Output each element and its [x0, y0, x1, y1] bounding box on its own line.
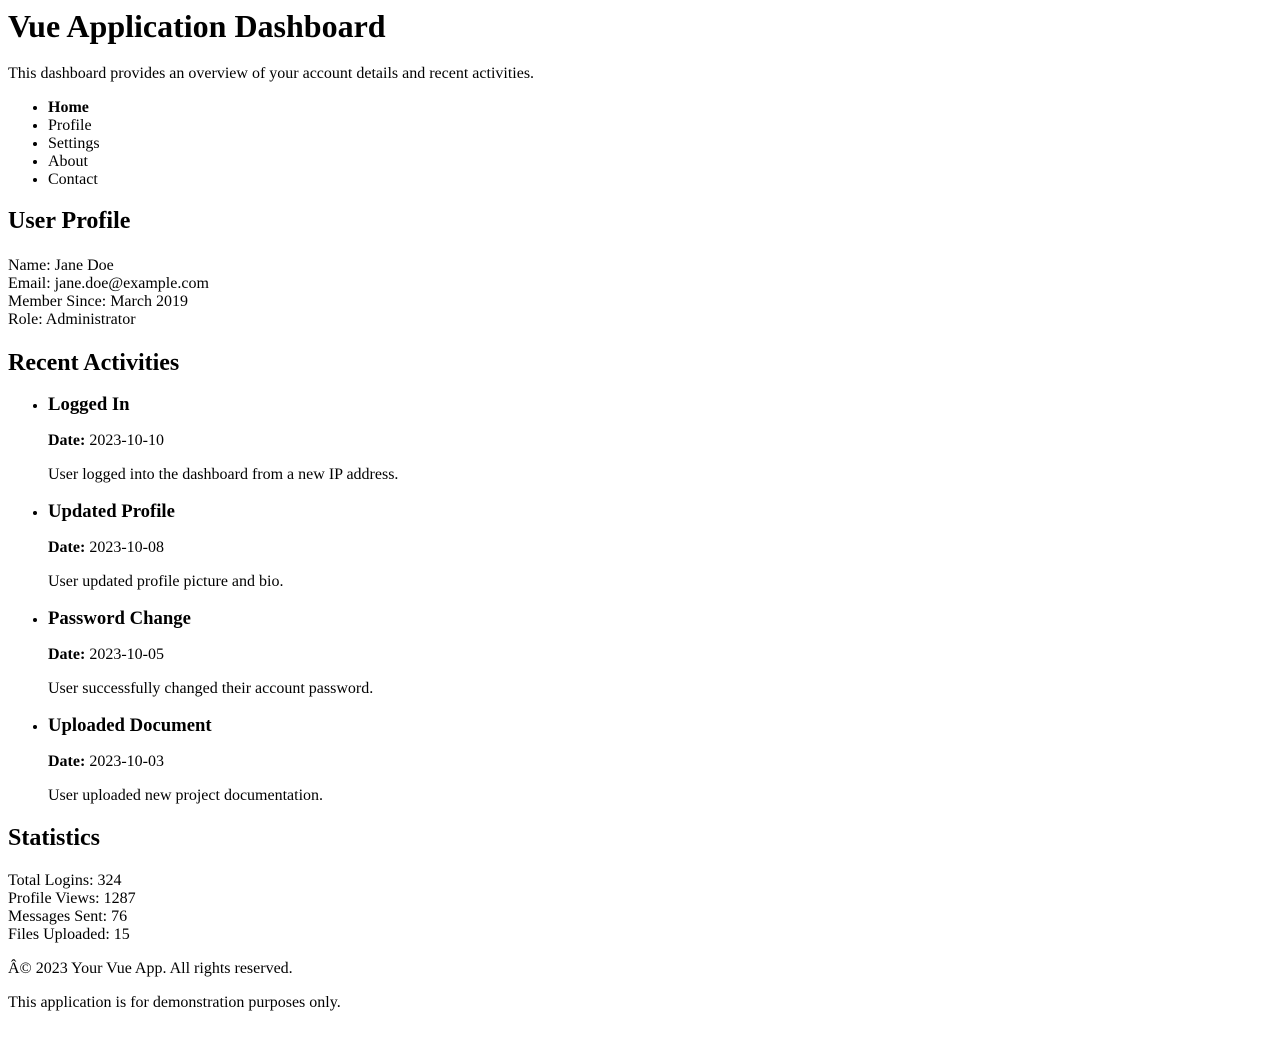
activity-item: Uploaded Document Date: 2023-10-03 User … [48, 715, 1272, 805]
nav-item-about[interactable]: About [48, 153, 1272, 171]
footer-note: This application is for demonstration pu… [8, 994, 341, 1011]
activity-description: User uploaded new project documentation. [48, 787, 324, 804]
profile-name: Name: Jane Doe [8, 257, 114, 274]
activities-heading: Recent Activities [8, 350, 180, 376]
activity-date-value: 2023-10-03 [89, 753, 164, 770]
activity-date-value: 2023-10-05 [89, 646, 164, 663]
stat-messages-sent: Messages Sent: 76 [8, 908, 128, 925]
statistics-heading: Statistics [8, 825, 100, 851]
nav-item-contact[interactable]: Contact [48, 171, 1272, 189]
activity-date: Date: 2023-10-03 [48, 753, 1272, 771]
activity-title: Uploaded Document [48, 715, 212, 736]
main-nav: Home Profile Settings About Contact [8, 99, 1272, 189]
activity-date: Date: 2023-10-08 [48, 539, 1272, 557]
activity-date-label: Date: [48, 753, 86, 770]
activity-item: Logged In Date: 2023-10-10 User logged i… [48, 394, 1272, 484]
activity-date: Date: 2023-10-10 [48, 432, 1272, 450]
activity-date-label: Date: [48, 432, 86, 449]
footer-copyright: Â© 2023 Your Vue App. All rights reserve… [8, 960, 293, 977]
nav-item-profile[interactable]: Profile [48, 117, 1272, 135]
activity-description: User updated profile picture and bio. [48, 573, 284, 590]
stat-files-uploaded: Files Uploaded: 15 [8, 926, 130, 943]
activity-date-label: Date: [48, 539, 86, 556]
activity-date-value: 2023-10-10 [89, 432, 164, 449]
profile-member-since: Member Since: March 2019 [8, 293, 188, 310]
activity-date: Date: 2023-10-05 [48, 646, 1272, 664]
activity-title: Password Change [48, 608, 191, 629]
activity-description: User logged into the dashboard from a ne… [48, 466, 399, 483]
activity-item: Password Change Date: 2023-10-05 User su… [48, 608, 1272, 698]
activity-date-label: Date: [48, 646, 86, 663]
activity-item: Updated Profile Date: 2023-10-08 User up… [48, 501, 1272, 591]
activity-date-value: 2023-10-08 [89, 539, 164, 556]
nav-item-settings[interactable]: Settings [48, 135, 1272, 153]
intro-text: This dashboard provides an overview of y… [8, 65, 535, 82]
activities-list: Logged In Date: 2023-10-10 User logged i… [8, 394, 1272, 805]
dashboard-page: Vue Application Dashboard This dashboard… [0, 8, 1280, 1012]
activity-description: User successfully changed their account … [48, 680, 374, 697]
profile-role: Role: Administrator [8, 311, 136, 328]
stat-profile-views: Profile Views: 1287 [8, 890, 136, 907]
activity-title: Logged In [48, 394, 130, 415]
profile-details: Name: Jane Doe Email: jane.doe@example.c… [8, 257, 1272, 329]
stat-total-logins: Total Logins: 324 [8, 872, 122, 889]
page-title: Vue Application Dashboard [8, 8, 386, 44]
statistics-details: Total Logins: 324 Profile Views: 1287 Me… [8, 872, 1272, 944]
profile-email: Email: jane.doe@example.com [8, 275, 209, 292]
nav-item-home[interactable]: Home [48, 99, 1272, 117]
activity-title: Updated Profile [48, 501, 175, 522]
profile-heading: User Profile [8, 208, 131, 234]
